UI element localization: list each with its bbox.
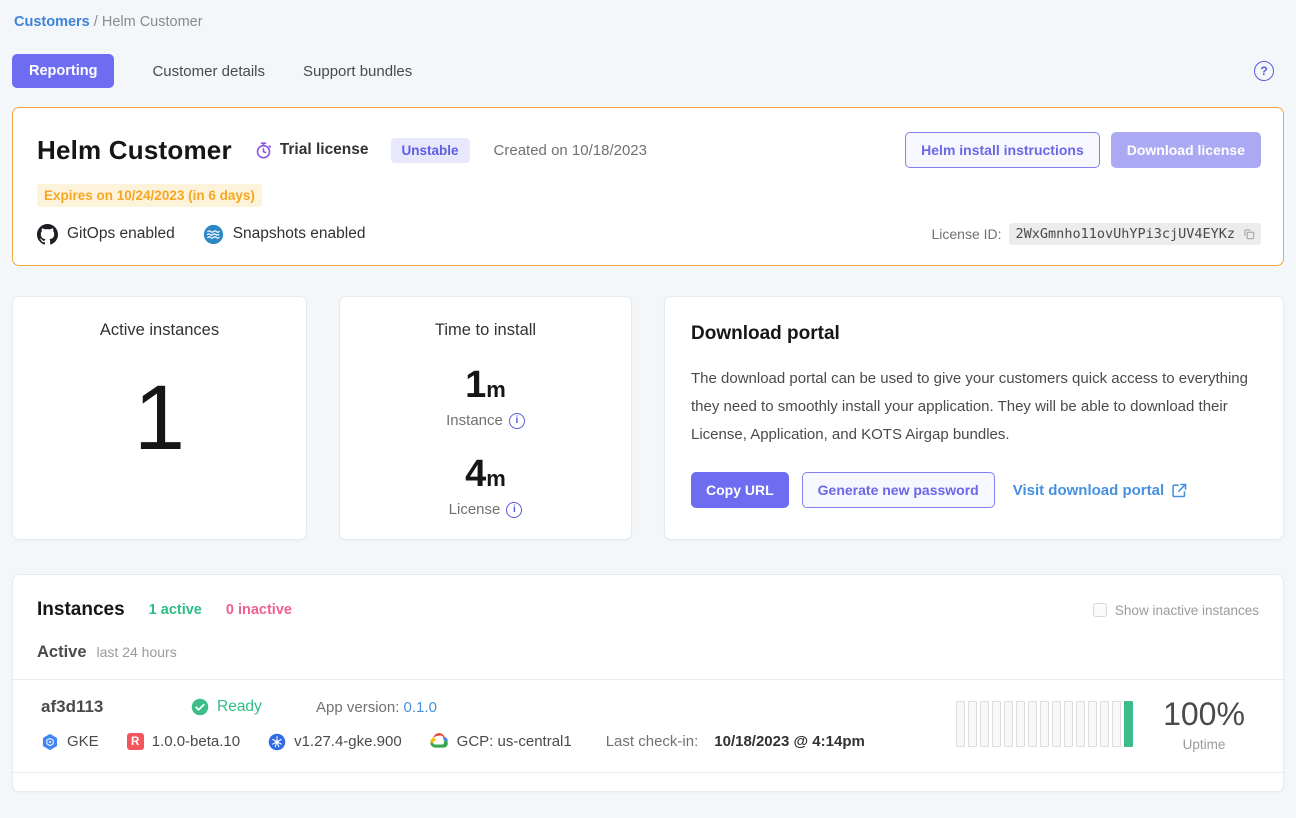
instance-id: af3d113: [41, 697, 191, 717]
download-license-button[interactable]: Download license: [1111, 132, 1261, 168]
distribution-meta: GKE: [41, 733, 99, 751]
status-badge: Unstable: [391, 138, 470, 163]
active-instances-value: 1: [13, 372, 306, 464]
license-install-time: 4m: [340, 455, 631, 493]
active-section-label: Active: [37, 643, 87, 662]
show-inactive-toggle[interactable]: Show inactive instances: [1093, 603, 1259, 618]
uptime-bars: [956, 701, 1133, 747]
kubernetes-icon: [268, 733, 286, 751]
tab-customer-details[interactable]: Customer details: [152, 63, 265, 80]
breadcrumb-customers-link[interactable]: Customers: [14, 14, 90, 30]
license-id-label: License ID:: [932, 226, 1002, 242]
uptime-bar: [968, 701, 977, 747]
customer-title: Helm Customer: [37, 135, 232, 166]
time-to-install-card: Time to install 1m Instance i 4m License…: [339, 296, 632, 540]
uptime-bar: [1088, 701, 1097, 747]
breadcrumb-separator: /: [90, 14, 102, 30]
instances-title: Instances: [37, 599, 125, 621]
replicated-version-meta: R 1.0.0-beta.10: [127, 733, 240, 750]
breadcrumb: Customers / Helm Customer: [12, 12, 1284, 32]
check-circle-icon: [191, 698, 209, 716]
gitops-feature: GitOps enabled: [37, 224, 175, 245]
gke-icon: [41, 733, 59, 751]
uptime-bar: [1040, 701, 1049, 747]
tab-bar: Reporting Customer details Support bundl…: [12, 54, 1284, 88]
uptime-bar: [1064, 701, 1073, 747]
external-link-icon: [1171, 482, 1188, 499]
k8s-version-meta: v1.27.4-gke.900: [268, 733, 402, 751]
license-type: Trial license: [254, 141, 369, 160]
page: Customers / Helm Customer Reporting Cust…: [0, 0, 1296, 792]
copy-url-button[interactable]: Copy URL: [691, 472, 789, 508]
cloud-region-meta: GCP: us-central1: [430, 732, 572, 751]
active-instances-title: Active instances: [13, 321, 306, 340]
uptime-bar: [1016, 701, 1025, 747]
snapshots-label: Snapshots enabled: [233, 225, 366, 243]
show-inactive-checkbox[interactable]: [1093, 603, 1107, 617]
generate-password-button[interactable]: Generate new password: [802, 472, 995, 508]
app-version: App version: 0.1.0: [316, 699, 437, 716]
uptime-bar: [1028, 701, 1037, 747]
show-inactive-label: Show inactive instances: [1115, 603, 1259, 618]
gitops-label: GitOps enabled: [67, 225, 175, 243]
uptime-bar: [1052, 701, 1061, 747]
breadcrumb-current: Helm Customer: [102, 14, 203, 30]
uptime-bar: [1100, 701, 1109, 747]
license-info-icon[interactable]: i: [506, 502, 522, 518]
divider: [13, 772, 1283, 773]
active-section-period: last 24 hours: [97, 644, 177, 660]
snapshots-icon: [203, 224, 224, 245]
download-portal-title: Download portal: [691, 323, 1257, 345]
uptime-label: Uptime: [1163, 737, 1245, 752]
instances-card: Instances 1 active 0 inactive Show inact…: [12, 574, 1284, 792]
instance-install-label: Instance: [446, 412, 503, 429]
active-instances-card: Active instances 1: [12, 296, 307, 540]
stopwatch-icon: [254, 141, 273, 160]
instance-status: Ready: [191, 698, 316, 716]
helm-install-instructions-button[interactable]: Helm install instructions: [905, 132, 1100, 168]
uptime-bar: [956, 701, 965, 747]
app-version-link[interactable]: 0.1.0: [404, 699, 437, 716]
uptime-bar: [1124, 701, 1133, 747]
uptime-value: 100%: [1163, 696, 1245, 733]
visit-download-portal-link[interactable]: Visit download portal: [1013, 482, 1188, 499]
gcp-icon: [430, 732, 449, 751]
github-icon: [37, 224, 58, 245]
inactive-count: 0 inactive: [226, 602, 292, 618]
copy-icon[interactable]: [1242, 227, 1256, 241]
instance-row[interactable]: af3d113 Ready App version: 0.1.0: [13, 680, 1283, 772]
instance-info-icon[interactable]: i: [509, 413, 525, 429]
tab-reporting[interactable]: Reporting: [12, 54, 114, 88]
expires-badge: Expires on 10/24/2023 (in 6 days): [37, 184, 262, 207]
license-id-value: 2WxGmnho11ovUhYPi3cjUV4EYKz: [1009, 223, 1261, 245]
replicated-icon: R: [127, 733, 144, 750]
uptime-bar: [1076, 701, 1085, 747]
uptime-bar: [980, 701, 989, 747]
created-date: Created on 10/18/2023: [494, 142, 647, 159]
active-count: 1 active: [149, 602, 202, 618]
license-type-label: Trial license: [280, 141, 369, 159]
snapshots-feature: Snapshots enabled: [203, 224, 366, 245]
metric-cards-row: Active instances 1 Time to install 1m In…: [12, 296, 1284, 540]
uptime-bar: [1004, 701, 1013, 747]
tab-support-bundles[interactable]: Support bundles: [303, 63, 412, 80]
uptime-bar: [1112, 701, 1121, 747]
help-icon[interactable]: ?: [1254, 61, 1274, 81]
customer-summary-card: Helm Customer Trial license Unstable Cre…: [12, 107, 1284, 266]
download-portal-card: Download portal The download portal can …: [664, 296, 1284, 540]
instance-install-time: 1m: [340, 366, 631, 404]
license-install-label: License: [449, 501, 501, 518]
last-checkin-meta: Last check-in: 10/18/2023 @ 4:14pm: [606, 733, 865, 750]
time-to-install-title: Time to install: [340, 321, 631, 340]
uptime-bar: [992, 701, 1001, 747]
download-portal-description: The download portal can be used to give …: [691, 365, 1257, 448]
